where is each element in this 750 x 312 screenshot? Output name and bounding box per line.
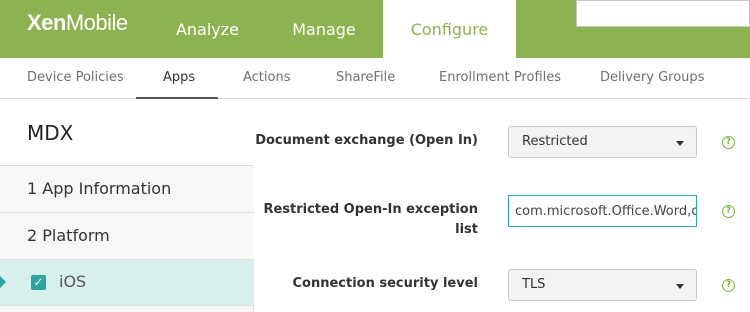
sidebar-title: MDX (0, 99, 254, 166)
sidebar-title-text: MDX (27, 121, 74, 145)
doc-exchange-label: Document exchange (Open In) (255, 133, 478, 148)
search-input[interactable] (576, 0, 750, 27)
nav-analyze[interactable]: Analyze (160, 0, 255, 58)
logo-light: Mobile (65, 10, 128, 35)
top-bar: XenMobile Analyze Manage Configure (0, 0, 750, 58)
xenmobile-logo[interactable]: XenMobile (27, 10, 128, 36)
exception-list-label-line2: list (455, 222, 478, 237)
sidebar: MDX 1 App Information 2 Platform ✓ iOS (0, 99, 254, 312)
tab-actions[interactable]: Actions (243, 58, 291, 99)
help-icon[interactable]: ? (722, 205, 735, 218)
sidebar-item-app-information[interactable]: 1 App Information (0, 166, 254, 213)
nav-configure[interactable]: Configure (383, 0, 516, 58)
exception-list-label-line1: Restricted Open-In exception (263, 202, 478, 217)
sidebar-item-label: 2 Platform (27, 226, 110, 245)
logo-bold: Xen (27, 10, 66, 35)
doc-exchange-value: Restricted (522, 134, 588, 149)
sub-navigation: Device Policies Apps Actions ShareFile E… (0, 58, 750, 99)
selection-marker-icon (0, 276, 6, 288)
security-level-label: Connection security level (292, 276, 478, 291)
sidebar-item-platform[interactable]: 2 Platform (0, 213, 254, 260)
ios-checkbox[interactable]: ✓ (31, 275, 46, 290)
sidebar-item-label: 1 App Information (27, 179, 172, 198)
security-level-value: TLS (522, 277, 546, 292)
help-icon[interactable]: ? (722, 136, 735, 149)
sidebar-item-ios[interactable]: ✓ iOS (0, 260, 254, 306)
doc-exchange-select[interactable]: Restricted (508, 126, 697, 158)
tab-sharefile[interactable]: ShareFile (336, 58, 395, 99)
chevron-down-icon (676, 141, 684, 146)
tab-device-policies[interactable]: Device Policies (27, 58, 124, 99)
exception-list-label: Restricted Open-In exception list (255, 200, 478, 240)
sidebar-item-label: iOS (59, 272, 87, 291)
exception-list-input[interactable]: com.microsoft.Office.Word,c (508, 195, 697, 227)
help-icon[interactable]: ? (722, 279, 735, 292)
tab-delivery-groups[interactable]: Delivery Groups (600, 58, 704, 99)
tab-apps[interactable]: Apps (135, 58, 219, 99)
chevron-down-icon (676, 284, 684, 289)
nav-manage[interactable]: Manage (274, 0, 374, 58)
tab-enrollment-profiles[interactable]: Enrollment Profiles (439, 58, 561, 99)
security-level-select[interactable]: TLS (508, 269, 697, 301)
